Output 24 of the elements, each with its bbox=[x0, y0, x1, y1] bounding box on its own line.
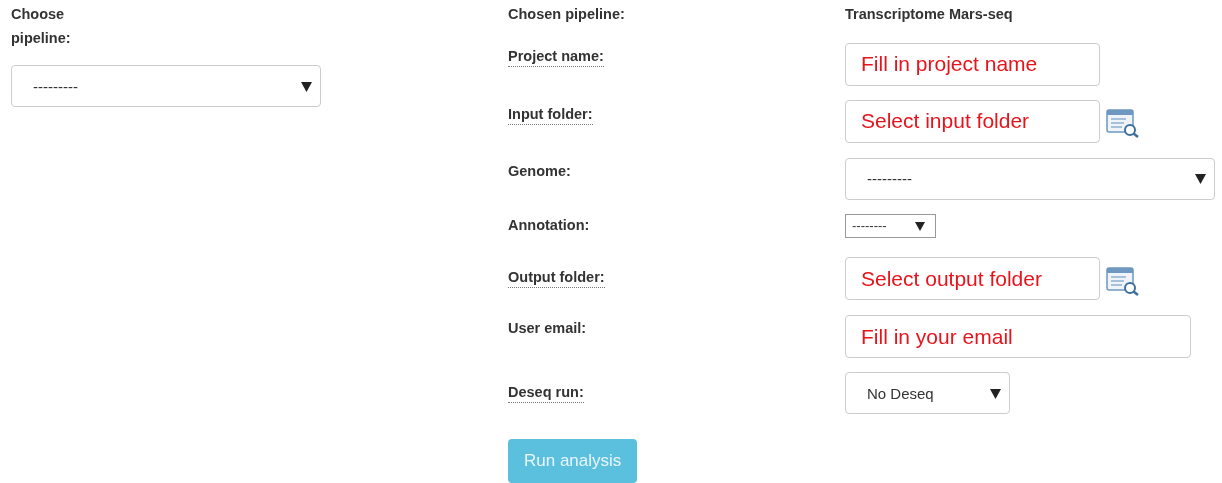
caret-icon bbox=[990, 387, 1001, 399]
field-label: Annotation: bbox=[508, 215, 590, 235]
input-field[interactable]: Select input folder bbox=[845, 99, 1100, 143]
input-field[interactable]: Select output folder bbox=[845, 257, 1100, 301]
dropdown-select[interactable]: -------- bbox=[845, 213, 936, 238]
dropdown-select[interactable]: --------- bbox=[845, 157, 1215, 200]
caret-icon bbox=[1195, 173, 1206, 185]
field-label: Project name: bbox=[508, 45, 604, 67]
field-label: Input folder: bbox=[508, 103, 593, 125]
chosen-pipeline-value: Transcriptome Mars-seq bbox=[845, 5, 1014, 24]
field-label: Choose pipeline: bbox=[11, 5, 72, 48]
field-label: Output folder: bbox=[508, 267, 605, 289]
caret-icon bbox=[915, 220, 925, 231]
input-field[interactable]: Fill in your email bbox=[845, 315, 1191, 359]
input-field[interactable]: Fill in project name bbox=[845, 42, 1100, 86]
browse-icon[interactable] bbox=[1106, 108, 1140, 139]
browse-icon[interactable] bbox=[1106, 265, 1140, 296]
field-label: Chosen pipeline: bbox=[508, 5, 625, 24]
pipeline-select[interactable]: --------- bbox=[11, 65, 321, 107]
caret-icon bbox=[301, 80, 312, 92]
field-label: User email: bbox=[508, 319, 587, 339]
field-label: Genome: bbox=[508, 161, 571, 181]
field-label: Deseq run: bbox=[508, 382, 584, 404]
dropdown-select[interactable]: No Deseq bbox=[845, 372, 1010, 415]
